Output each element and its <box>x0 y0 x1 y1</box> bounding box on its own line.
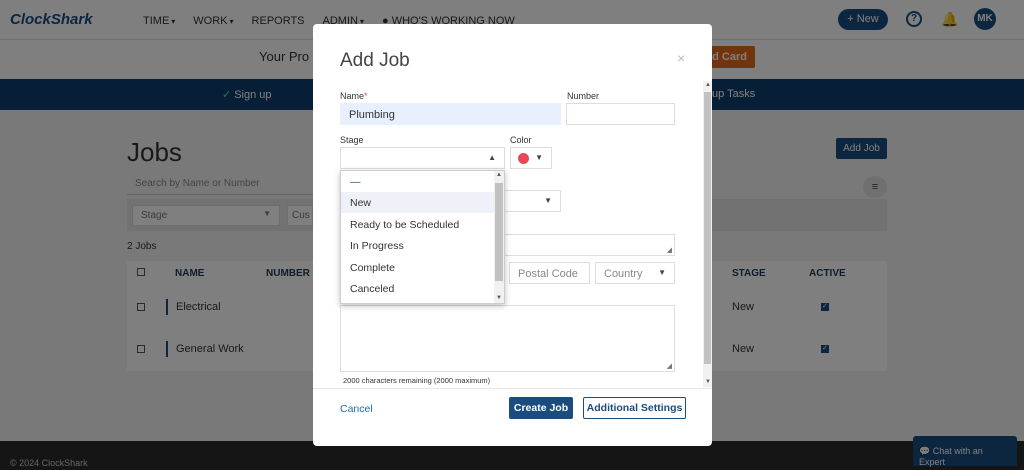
notes-textarea[interactable]: ◢ <box>340 305 675 372</box>
scroll-up-icon[interactable]: ▲ <box>496 172 502 178</box>
required-marker: * <box>364 91 368 101</box>
modal-footer-divider <box>313 388 712 389</box>
modal-title: Add Job <box>340 50 410 71</box>
resize-handle-icon[interactable]: ◢ <box>667 246 672 254</box>
caret-up-icon: ▲ <box>488 153 496 162</box>
create-job-button[interactable]: Create Job <box>509 397 573 419</box>
stage-option-in-progress[interactable]: In Progress <box>341 235 494 256</box>
name-label: Name* <box>340 91 368 101</box>
color-label: Color <box>510 135 532 145</box>
stage-label: Stage <box>340 135 364 145</box>
country-placeholder: Country <box>604 268 643 280</box>
country-select[interactable]: Country ▼ <box>595 262 675 284</box>
postal-code-field[interactable]: Postal Code <box>509 262 590 284</box>
scroll-down-icon[interactable]: ▼ <box>705 379 711 385</box>
number-field[interactable] <box>566 103 675 125</box>
caret-down-icon: ▼ <box>535 153 543 162</box>
resize-handle-icon[interactable]: ◢ <box>667 362 672 370</box>
dropdown-scrollbar-thumb[interactable] <box>495 183 503 281</box>
stage-option-ready-to-be-scheduled[interactable]: Ready to be Scheduled <box>341 214 494 235</box>
stage-select[interactable]: ▲ <box>340 147 505 169</box>
stage-option-none[interactable]: — <box>341 171 494 192</box>
caret-down-icon: ▼ <box>544 196 552 205</box>
postal-code-placeholder: Postal Code <box>518 268 578 280</box>
additional-settings-button[interactable]: Additional Settings <box>583 397 686 419</box>
name-field[interactable]: Plumbing <box>340 103 561 125</box>
caret-down-icon: ▼ <box>658 268 666 277</box>
stage-option-new[interactable]: New <box>341 192 494 213</box>
number-label: Number <box>567 91 600 101</box>
scroll-down-icon[interactable]: ▼ <box>496 295 502 301</box>
name-label-text: Name <box>340 91 365 101</box>
character-count: 2000 characters remaining (2000 maximum) <box>343 376 491 385</box>
modal-scrollbar-thumb[interactable] <box>704 92 711 364</box>
cancel-button[interactable]: Cancel <box>340 403 373 415</box>
color-picker[interactable]: ▼ <box>510 147 552 169</box>
color-swatch <box>518 153 529 164</box>
stage-option-complete[interactable]: Complete <box>341 257 494 278</box>
stage-option-canceled[interactable]: Canceled <box>341 278 494 299</box>
close-icon[interactable]: × <box>677 50 685 66</box>
scroll-up-icon[interactable]: ▲ <box>705 82 711 88</box>
